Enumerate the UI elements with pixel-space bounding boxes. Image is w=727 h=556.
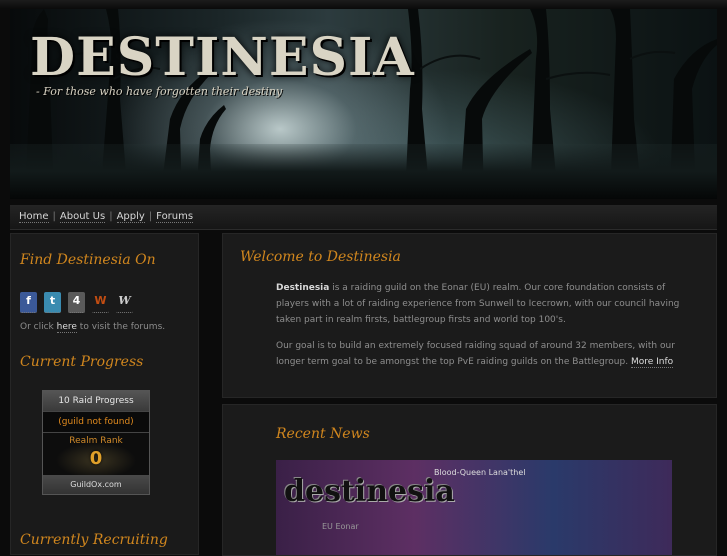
social-icons: ft4WW	[20, 289, 140, 313]
nav-apply-link[interactable]: Apply	[116, 211, 145, 223]
wowhead-icon[interactable]: W	[92, 292, 109, 313]
news-image[interactable]: destinesia EU Eonar Blood-Queen Lana'the…	[276, 460, 672, 555]
welcome-paragraph-2-text: Our goal is to build an extremely focuse…	[276, 341, 675, 367]
welcome-paragraph-2: Our goal is to build an extremely focuse…	[276, 338, 686, 370]
twitter-icon[interactable]: t	[44, 292, 61, 313]
forums-text-after: to visit the forums.	[79, 322, 166, 332]
news-image-logo-text: destinesia	[284, 474, 455, 509]
nav-about-link[interactable]: About Us	[59, 211, 106, 223]
realm-rank-value: 0	[89, 448, 103, 469]
site-tagline: - For those who have forgotten their des…	[36, 85, 283, 98]
forums-text-before: Or click	[20, 322, 54, 332]
realm-rank-box: Realm Rank 0	[43, 433, 149, 475]
forum-icon[interactable]: 4	[68, 292, 85, 313]
top-bar	[0, 0, 727, 9]
nav-home-link[interactable]: Home	[19, 211, 49, 223]
more-info-link[interactable]: More Info	[630, 357, 674, 368]
nav-separator: |	[52, 211, 56, 222]
news-image-caption: Blood-Queen Lana'thel	[434, 468, 526, 477]
progress-widget-footer[interactable]: GuildOx.com	[43, 475, 149, 494]
header-banner: DESTINESIA - For those who have forgotte…	[10, 9, 717, 199]
guild-name: Destinesia	[276, 283, 330, 293]
recruiting-heading: Currently Recruiting	[20, 532, 168, 548]
news-image-subtext: EU Eonar	[322, 522, 359, 531]
nav-forums-link[interactable]: Forums	[156, 211, 194, 223]
realm-rank-label: Realm Rank	[69, 436, 123, 446]
misty-ground	[10, 144, 717, 199]
progress-widget[interactable]: 10 Raid Progress (guild not found) Realm…	[42, 390, 150, 495]
welcome-paragraph-1-text: is a raiding guild on the Eonar (EU) rea…	[276, 283, 680, 325]
find-heading: Find Destinesia On	[20, 252, 156, 268]
news-heading: Recent News	[276, 426, 370, 442]
sidebar: Find Destinesia On ft4WW Or click here t…	[10, 233, 199, 555]
welcome-paragraph-1: Destinesia is a raiding guild on the Eon…	[276, 280, 686, 328]
forums-text: Or click here to visit the forums.	[20, 322, 166, 333]
facebook-icon[interactable]: f	[20, 292, 37, 313]
progress-widget-status: (guild not found)	[43, 411, 149, 433]
forums-here-link[interactable]: here	[56, 322, 77, 333]
progress-widget-header: 10 Raid Progress	[43, 391, 149, 411]
progress-heading: Current Progress	[20, 354, 144, 370]
nav-separator: |	[109, 211, 113, 222]
wowwiki-icon[interactable]: W	[116, 292, 133, 313]
welcome-heading: Welcome to Destinesia	[240, 249, 401, 265]
site-logo[interactable]: DESTINESIA	[30, 27, 415, 88]
welcome-panel: Welcome to Destinesia Destinesia is a ra…	[222, 233, 717, 398]
news-panel: Recent News destinesia EU Eonar Blood-Qu…	[222, 404, 717, 556]
main-navigation: Home | About Us | Apply | Forums	[10, 205, 717, 230]
nav-separator: |	[148, 211, 153, 222]
